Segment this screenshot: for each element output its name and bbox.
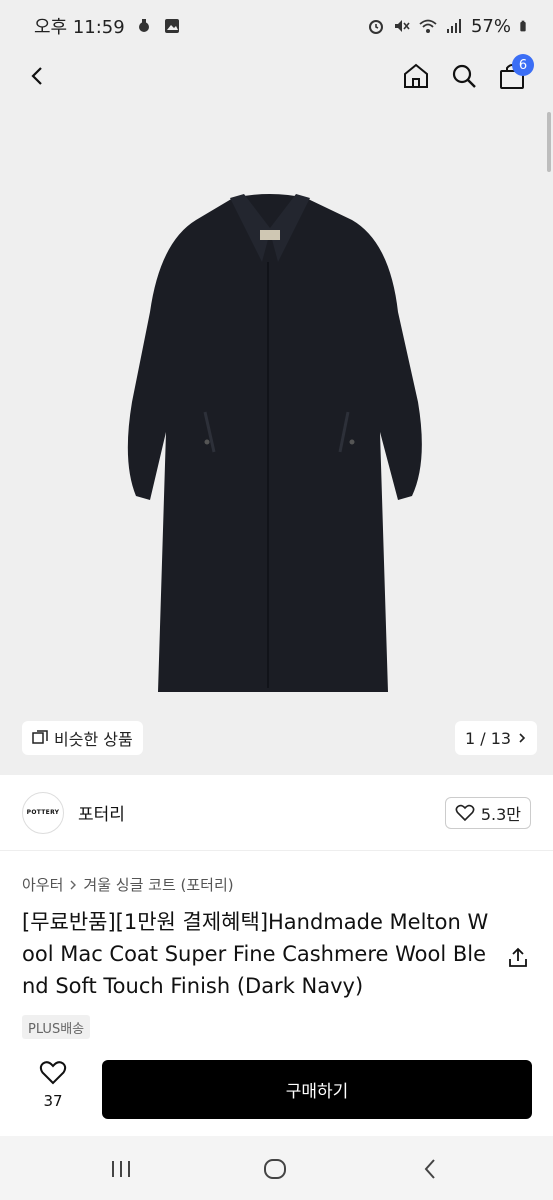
brand-like-button[interactable]: 5.3만: [444, 796, 531, 829]
brand-like-count: 5.3만: [480, 804, 521, 824]
home-system-button[interactable]: [260, 1154, 290, 1184]
back-system-button[interactable]: [415, 1154, 445, 1184]
wishlist-count: 37: [43, 1092, 63, 1110]
coat-image: [127, 194, 422, 692]
share-button[interactable]: [506, 946, 532, 972]
alarm-icon: [368, 20, 383, 34]
brand-logo[interactable]: POTTERY: [22, 791, 64, 834]
cart-button[interactable]: 6: [492, 54, 534, 96]
breadcrumb-subcategory[interactable]: 겨울 싱글 코트 (포터리): [83, 874, 233, 895]
app-notification-icon: [138, 19, 149, 32]
mute-icon: [394, 20, 410, 32]
brand-name[interactable]: 포터리: [78, 800, 125, 825]
top-nav: 6: [0, 52, 553, 102]
heart-outline-icon: [39, 1061, 67, 1085]
search-button[interactable]: [444, 56, 484, 96]
recent-apps-button[interactable]: [106, 1154, 136, 1184]
home-icon: [404, 63, 428, 88]
product-title: [무료반품][1만원 결제혜택]Handmade Melton Wool Mac…: [22, 910, 489, 998]
heart-outline-icon: [455, 804, 475, 821]
battery-icon: [520, 20, 526, 32]
wifi-icon: [419, 19, 437, 33]
image-notification-icon: [164, 19, 179, 33]
chevron-right-icon: [70, 880, 77, 889]
signal-icon: [446, 19, 461, 33]
system-navigation-bar: [0, 1136, 553, 1200]
cart-count-badge: 6: [512, 54, 534, 76]
status-time: 오후 11:59: [34, 17, 125, 38]
scrollbar[interactable]: [547, 112, 551, 172]
home-button[interactable]: [396, 56, 436, 96]
share-icon: [509, 947, 527, 967]
chevron-left-icon: [31, 67, 42, 85]
wishlist-button[interactable]: 37: [28, 1060, 78, 1110]
home-circle-icon: [264, 1159, 286, 1179]
similar-products-button[interactable]: 비슷한 상품: [22, 721, 143, 755]
brand-row[interactable]: POTTERY 포터리 5.3만: [0, 775, 553, 851]
page-indicator-text: 1 / 13: [465, 728, 512, 748]
bottom-action-bar: 37 구매하기: [0, 1048, 553, 1136]
back-button[interactable]: [18, 56, 58, 96]
similar-items-icon: [32, 730, 48, 744]
recent-apps-icon: [112, 1161, 130, 1177]
gallery-page-indicator[interactable]: 1 / 13: [455, 721, 538, 755]
search-icon: [452, 64, 476, 88]
shipping-tag: PLUS배송: [22, 1015, 91, 1039]
brand-logo-text: POTTERY: [26, 809, 60, 816]
breadcrumb-category[interactable]: 아우터: [22, 874, 63, 895]
status-bar: 오후 11:59 57%: [0, 0, 553, 52]
battery-percent: 57%: [470, 15, 511, 37]
breadcrumb: 아우터 겨울 싱글 코트 (포터리): [22, 874, 234, 895]
buy-button[interactable]: 구매하기: [102, 1060, 532, 1119]
similar-products-label: 비슷한 상품: [54, 730, 133, 749]
chevron-right-icon: [519, 733, 526, 743]
product-image-gallery[interactable]: 비슷한 상품 1 / 13: [0, 102, 553, 775]
back-arrow-icon: [424, 1159, 435, 1179]
